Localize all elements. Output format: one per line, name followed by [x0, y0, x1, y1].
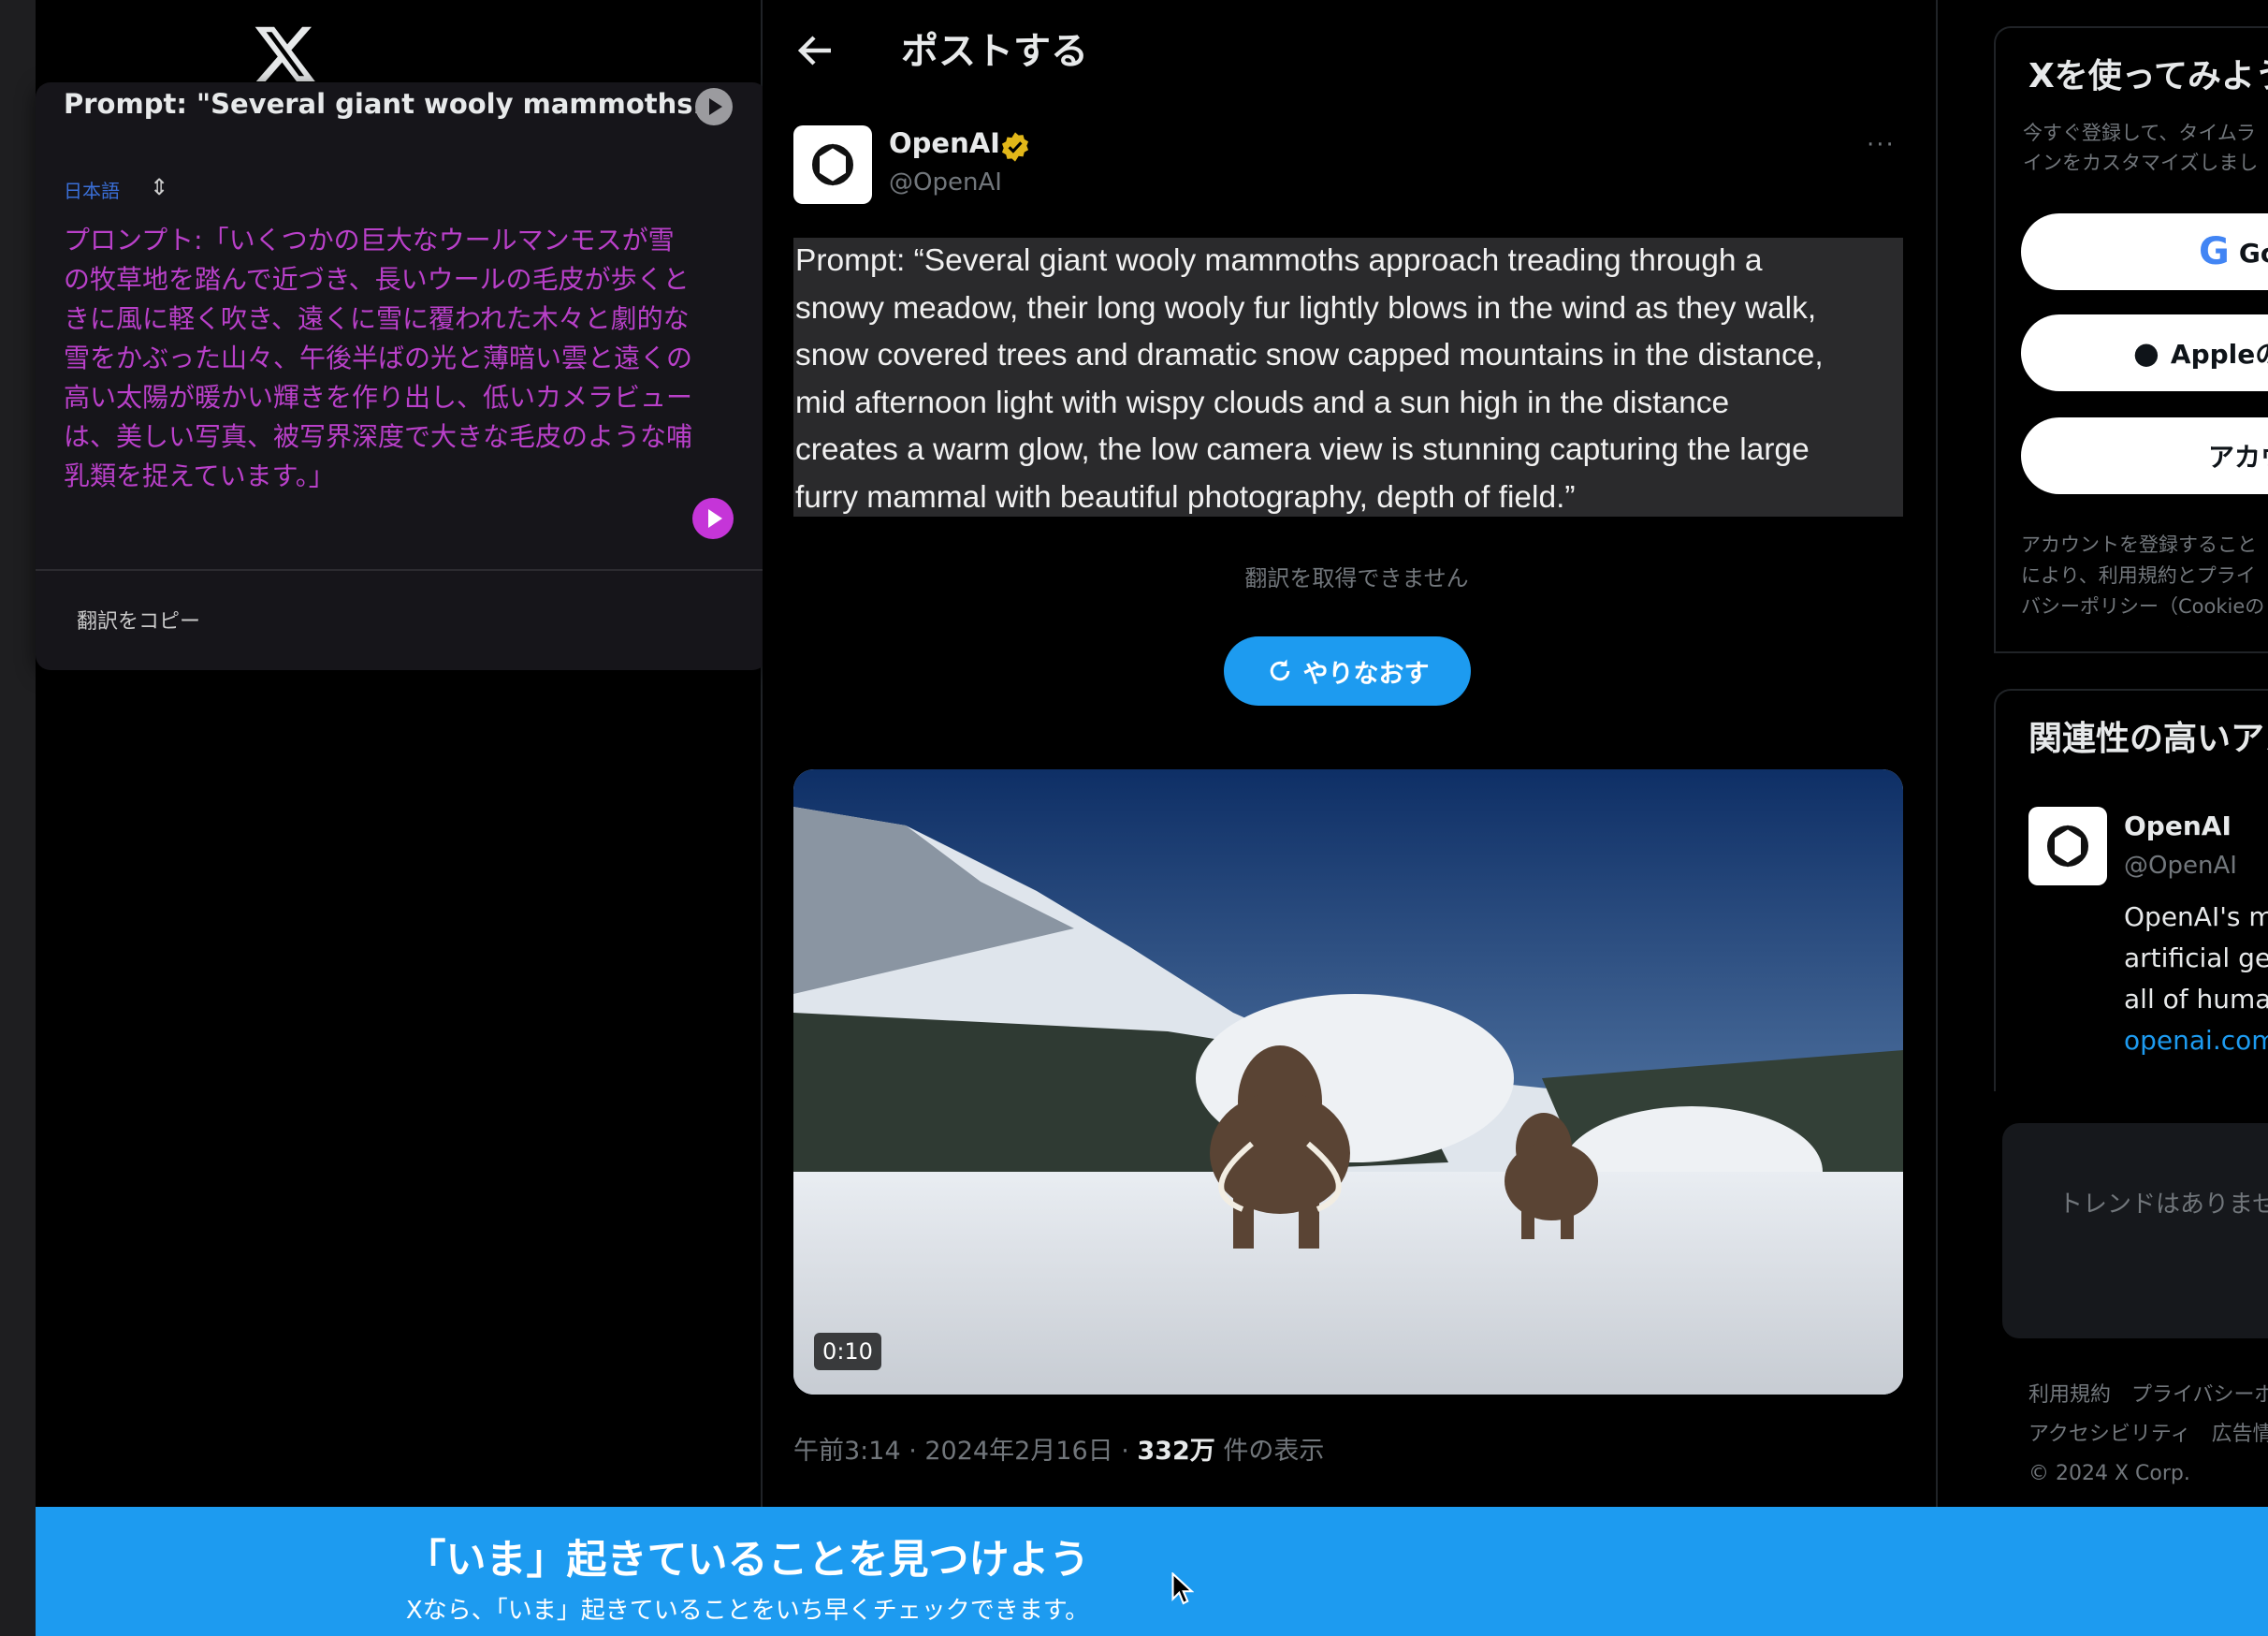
view-count-suffix: 件の表示 — [1214, 1437, 1325, 1466]
play-translation-icon[interactable] — [692, 498, 734, 539]
apple-signup-label: Appleのアカウントで登録 — [2170, 339, 2268, 370]
footer-link-row[interactable]: 利用規約 プライバシーポリシー — [2028, 1376, 2268, 1415]
signup-legal-text: アカウントを登録することにより、利用規約とプライバシーポリシー（Cookieの使… — [2021, 533, 2265, 627]
bio-line: artificial general intelligence benefits — [2124, 942, 2268, 973]
relevant-account-bio: OpenAI's mission is to ensure that artif… — [2124, 897, 2268, 1065]
mouse-cursor-icon — [1171, 1572, 1194, 1605]
apple-icon: ● — [2133, 335, 2159, 371]
verified-badge-icon — [1001, 132, 1029, 162]
create-account-label: アカウントを作成 — [2208, 442, 2268, 473]
post-meta: 午前3:14 · 2024年2月16日 · 332万 件の表示 — [793, 1430, 1636, 1468]
video-duration-badge: 0:10 — [814, 1333, 881, 1370]
relevant-people-title: 関連性の高いアカウント — [2028, 720, 2268, 758]
retry-button[interactable]: やりなおす — [1224, 636, 1471, 706]
relevant-account-handle[interactable]: @OpenAI — [2124, 852, 2268, 885]
trends-card — [2002, 1123, 2268, 1338]
google-signup-label: Googleで登録 — [2238, 238, 2268, 269]
avatar[interactable] — [2028, 807, 2107, 885]
popup-title: Prompt: "Several giant wooly mammoths... — [64, 88, 700, 120]
bottom-signup-banner: 「いま」起きていることを見つけよう Xなら、「いま」起きていることをいち早くチェ… — [36, 1507, 2268, 1636]
openai-logo-icon — [812, 143, 853, 186]
x-logo-icon[interactable] — [253, 21, 318, 86]
banner-title: 「いま」起きていることを見つけよう — [405, 1537, 1090, 1584]
page-title: ポストする — [901, 30, 1088, 73]
relevant-account-name[interactable]: OpenAI — [2124, 811, 2268, 846]
copyright: © 2024 X Corp. — [2028, 1462, 2190, 1485]
divider — [36, 569, 767, 571]
translation-popup: Prompt: "Several giant wooly mammoths...… — [36, 82, 767, 670]
no-trends-text: トレンドはありません — [2058, 1190, 2268, 1219]
copy-translation-button[interactable]: 翻訳をコピー — [77, 605, 301, 642]
post-text: Prompt: “Several giant wooly mammoths ap… — [795, 243, 1824, 515]
translation-error: 翻訳を取得できません — [1244, 565, 1469, 592]
footer-link-row[interactable]: アクセシビリティ 広告情報 — [2028, 1415, 2268, 1454]
back-arrow-icon[interactable] — [793, 28, 838, 73]
google-icon: G — [2199, 230, 2230, 273]
chevron-updown-icon[interactable]: ⇕ — [150, 174, 178, 202]
translation-text: プロンプト:「いくつかの巨大なウールマンモスが雪の牧草地を踏んで近づき、長いウー… — [64, 225, 693, 491]
author-handle[interactable]: @OpenAI — [889, 168, 1076, 202]
create-account-button[interactable]: アカウントを作成 — [2021, 417, 2268, 494]
mammoth-video-thumbnail — [793, 769, 1903, 1395]
signup-card-subtitle: 今すぐ登録して、タイムラインをカスタマイズしましょう。 — [2023, 122, 2259, 183]
more-options-icon[interactable]: ··· — [1867, 131, 1913, 159]
refresh-icon — [1270, 659, 1289, 681]
window-edge — [0, 0, 36, 1636]
post-timestamp[interactable]: 午前3:14 · 2024年2月16日 · — [793, 1437, 1137, 1466]
openai-logo-icon — [2047, 825, 2088, 868]
google-signup-button[interactable]: G Googleで登録 — [2021, 213, 2268, 290]
play-original-icon[interactable] — [695, 88, 733, 125]
bio-line: OpenAI's mission is to ensure that — [2124, 901, 2268, 932]
avatar[interactable] — [793, 125, 872, 204]
footer-links: 利用規約 プライバシーポリシー アクセシビリティ 広告情報 © 2024 X C… — [2028, 1376, 2268, 1497]
banner-subtitle: Xなら、「いま」起きていることをいち早くチェックできます。 — [405, 1597, 1090, 1625]
video-player[interactable] — [793, 769, 1903, 1395]
bio-link[interactable]: openai.com — [2124, 1020, 2268, 1061]
apple-signup-button[interactable]: ● Appleのアカウントで登録 — [2021, 314, 2268, 391]
author-name[interactable]: OpenAI — [889, 127, 1076, 165]
bio-line: all of humanity. — [2124, 984, 2268, 1015]
view-count: 332万 — [1137, 1437, 1215, 1466]
retry-label: やりなおす — [1302, 659, 1430, 689]
signup-card-title: Xを使ってみよう — [2028, 57, 2268, 95]
